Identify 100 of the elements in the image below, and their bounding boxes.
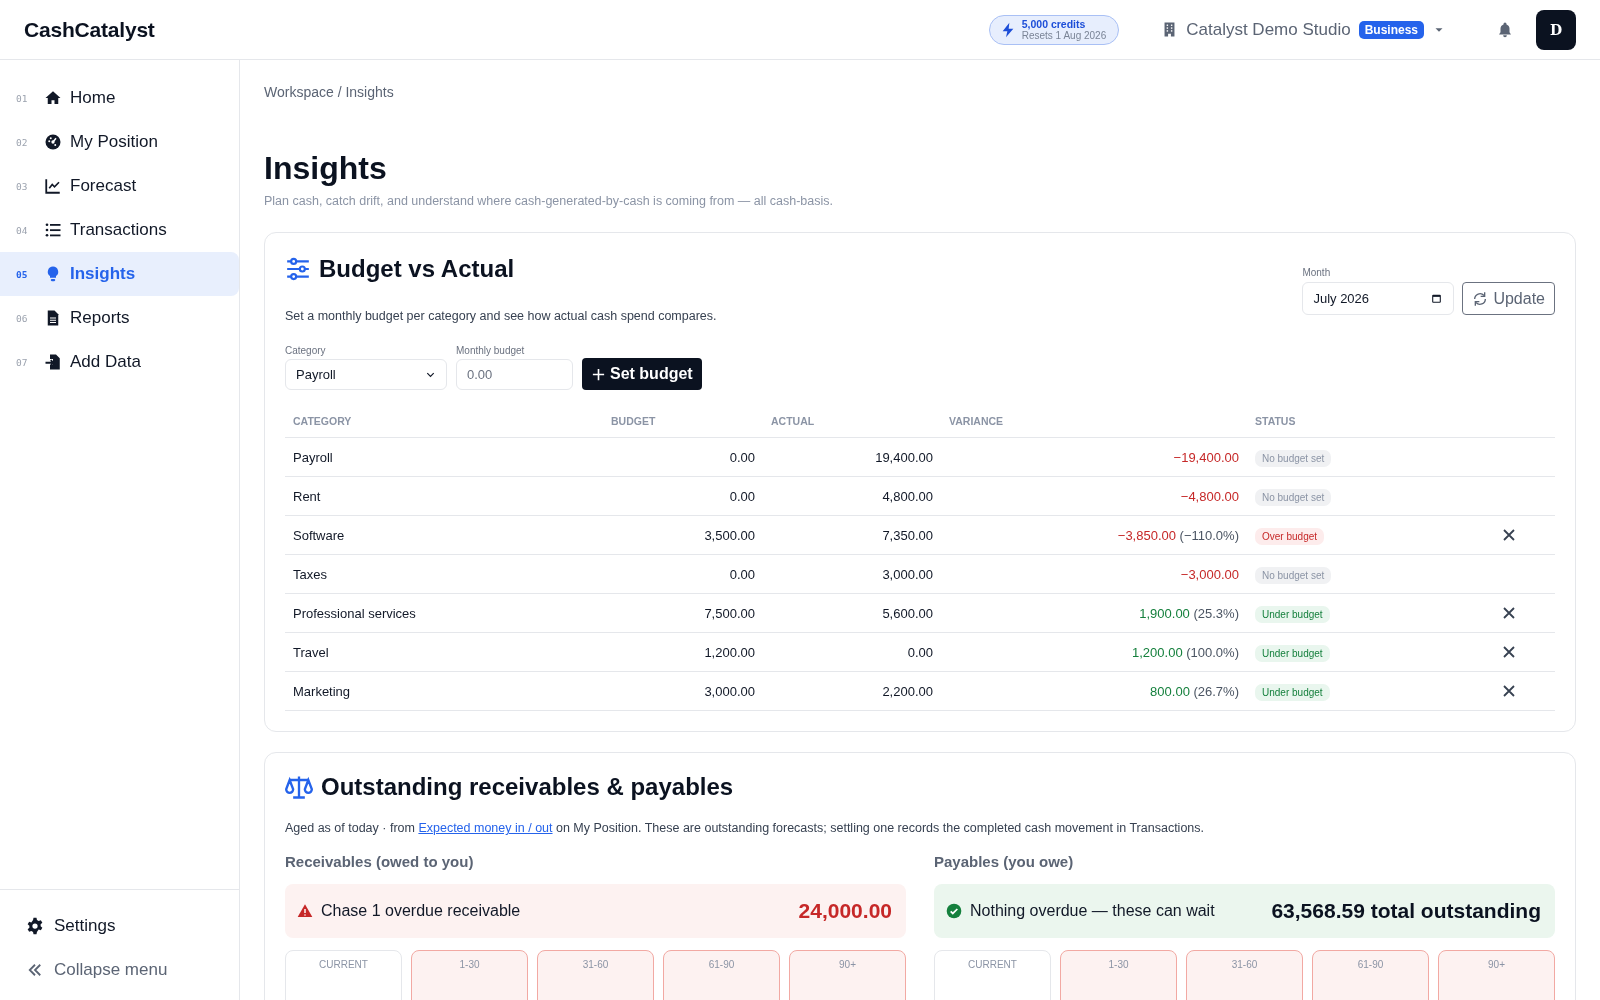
column-header: BUDGET [610,414,657,427]
warning-icon [297,903,313,919]
status-badge: No budget set [1255,488,1332,506]
section-heading: Payables (you owe) [934,853,1075,870]
card-title: Outstanding receivables & payables [321,773,734,801]
actual-cell-text: 3,000.00 [881,566,934,582]
nav-item[interactable]: 01 Home [0,76,239,120]
breadcrumb: Workspace / Insights [264,83,395,102]
category-cell-text: Travel [292,644,330,660]
variance-cell-text: −4,800.00 [1179,488,1240,504]
alert-text: Nothing overdue — these can wait [970,902,1215,920]
home-icon [44,89,62,107]
column-header: ACTUAL [770,414,816,427]
bucket-label: 90+ [1488,959,1505,970]
credits-badge[interactable]: 5,000 credits Resets 1 Aug 2026 [988,14,1120,45]
status-badge: Over budget [1255,527,1325,545]
update-button[interactable]: Update [1462,282,1555,315]
remove-icon[interactable] [1503,607,1515,619]
field-label: Monthly budget [456,345,526,356]
actual-cell-text: 19,400.00 [874,449,934,465]
status-badge: Under budget [1255,605,1330,623]
category-cell-text: Payroll [292,449,334,465]
double-chevron-icon [26,961,44,979]
bucket-label: CURRENT [968,959,1017,970]
remove-icon[interactable] [1503,685,1515,697]
workspace-name: Catalyst Demo Studio [1186,19,1351,40]
nav-number: 02 [16,136,29,148]
column-header: CATEGORY [292,414,353,427]
credits-reset: Resets 1 Aug 2026 [1021,29,1107,41]
gauge-icon [44,133,62,151]
variance-cell-text: 1,200.00 (100.0%) [1131,644,1240,660]
card-title: Budget vs Actual [319,255,515,283]
calendar-icon [1430,292,1444,305]
variance-cell-text: −3,000.00 [1179,566,1240,582]
category-cell-text: Professional services [292,605,417,621]
status-badge: No budget set [1255,449,1332,467]
bucket-label: CURRENT [319,959,368,970]
variance-cell-text: −3,850.00 (−110.0%) [1116,527,1240,543]
budget-cell-text: 1,200.00 [703,644,756,660]
nav-item[interactable]: 02 My Position [0,120,239,164]
budget-cell-text: 7,500.00 [703,605,756,621]
list-icon [44,221,62,239]
refresh-icon [1472,290,1489,307]
nav-item[interactable]: 06 Reports [0,296,239,340]
field-label: Category [285,345,327,356]
field-label: Month [1302,267,1332,278]
budget-input[interactable]: 0.00 [456,359,573,390]
workspace-switcher[interactable]: Catalyst Demo Studio Business [1161,19,1446,40]
app-logo: CashCatalyst [24,17,155,42]
budget-cell-text: 0.00 [728,566,756,582]
set-budget-button[interactable]: Set budget [582,358,702,390]
alert-amount: 24,000.00 [798,899,892,923]
nav-item[interactable]: 05 Insights [0,252,239,296]
section-heading: Receivables (owed to you) [285,853,475,870]
nav-item[interactable]: 03 Forecast [0,164,239,208]
budget-cell-text: 3,500.00 [703,527,756,543]
variance-cell-text: 1,900.00 (25.3%) [1138,605,1240,621]
user-avatar[interactable]: D [1536,9,1576,50]
page-title: Insights [264,149,388,188]
actual-cell-text: 0.00 [906,644,934,660]
actual-cell-text: 7,350.00 [881,527,934,543]
column-header: STATUS [1254,414,1297,427]
month-field[interactable]: July 2026 [1302,282,1455,315]
card-description: Set a monthly budget per category and see how actual cash spend compares. [285,309,717,323]
credits-amount: 5,000 credits [1021,18,1087,30]
bell-icon[interactable] [1496,20,1514,39]
sliders-icon [285,256,311,282]
nav-number: 01 [16,92,29,104]
actual-cell-text: 4,800.00 [881,488,934,504]
collapse-menu-button[interactable]: Collapse menu [0,948,239,992]
variance-cell-text: 800.00 (26.7%) [1149,683,1240,699]
remove-icon[interactable] [1503,529,1515,541]
nav-number: 06 [16,312,29,324]
settings-icon [26,917,44,935]
card-description: Aged as of today · from Expected money in / out on My Position. These are outstanding forecasts; settling one records the completed cash movement in Transactions. [285,821,1206,835]
category-cell-text: Marketing [292,683,352,699]
variance-cell-text: −19,400.00 [1172,449,1240,465]
bucket-label: 1-30 [1108,959,1129,970]
plan-badge: Business [1358,20,1424,39]
status-badge: Under budget [1255,644,1330,662]
page-subtitle: Plan cash, catch drift, and understand where cash-generated-by-cash is coming from — all cash-basis. [264,194,835,208]
nav-item[interactable]: 04 Transactions [0,208,239,252]
category-cell-text: Taxes [292,566,328,582]
settings-link[interactable]: Settings [0,904,239,948]
status-badge: No budget set [1255,566,1332,584]
budget-cell-text: 3,000.00 [703,683,756,699]
remove-icon[interactable] [1503,646,1515,658]
check-circle-icon [946,903,962,919]
nav-item[interactable]: 07 Add Data [0,340,239,384]
category-select[interactable]: Payroll [285,359,447,390]
status-badge: Under budget [1255,683,1330,701]
alert-text: Chase 1 overdue receivable [321,902,521,920]
category-cell-text: Rent [292,488,322,504]
column-header: VARIANCE [948,414,1005,427]
nav-number: 04 [16,224,29,236]
nav-number: 05 [16,268,29,280]
expected-money-link[interactable]: Expected money in / out [418,821,553,835]
bucket-label: 1-30 [459,959,480,970]
line-chart-icon [44,177,62,195]
file-import-icon [44,353,62,371]
